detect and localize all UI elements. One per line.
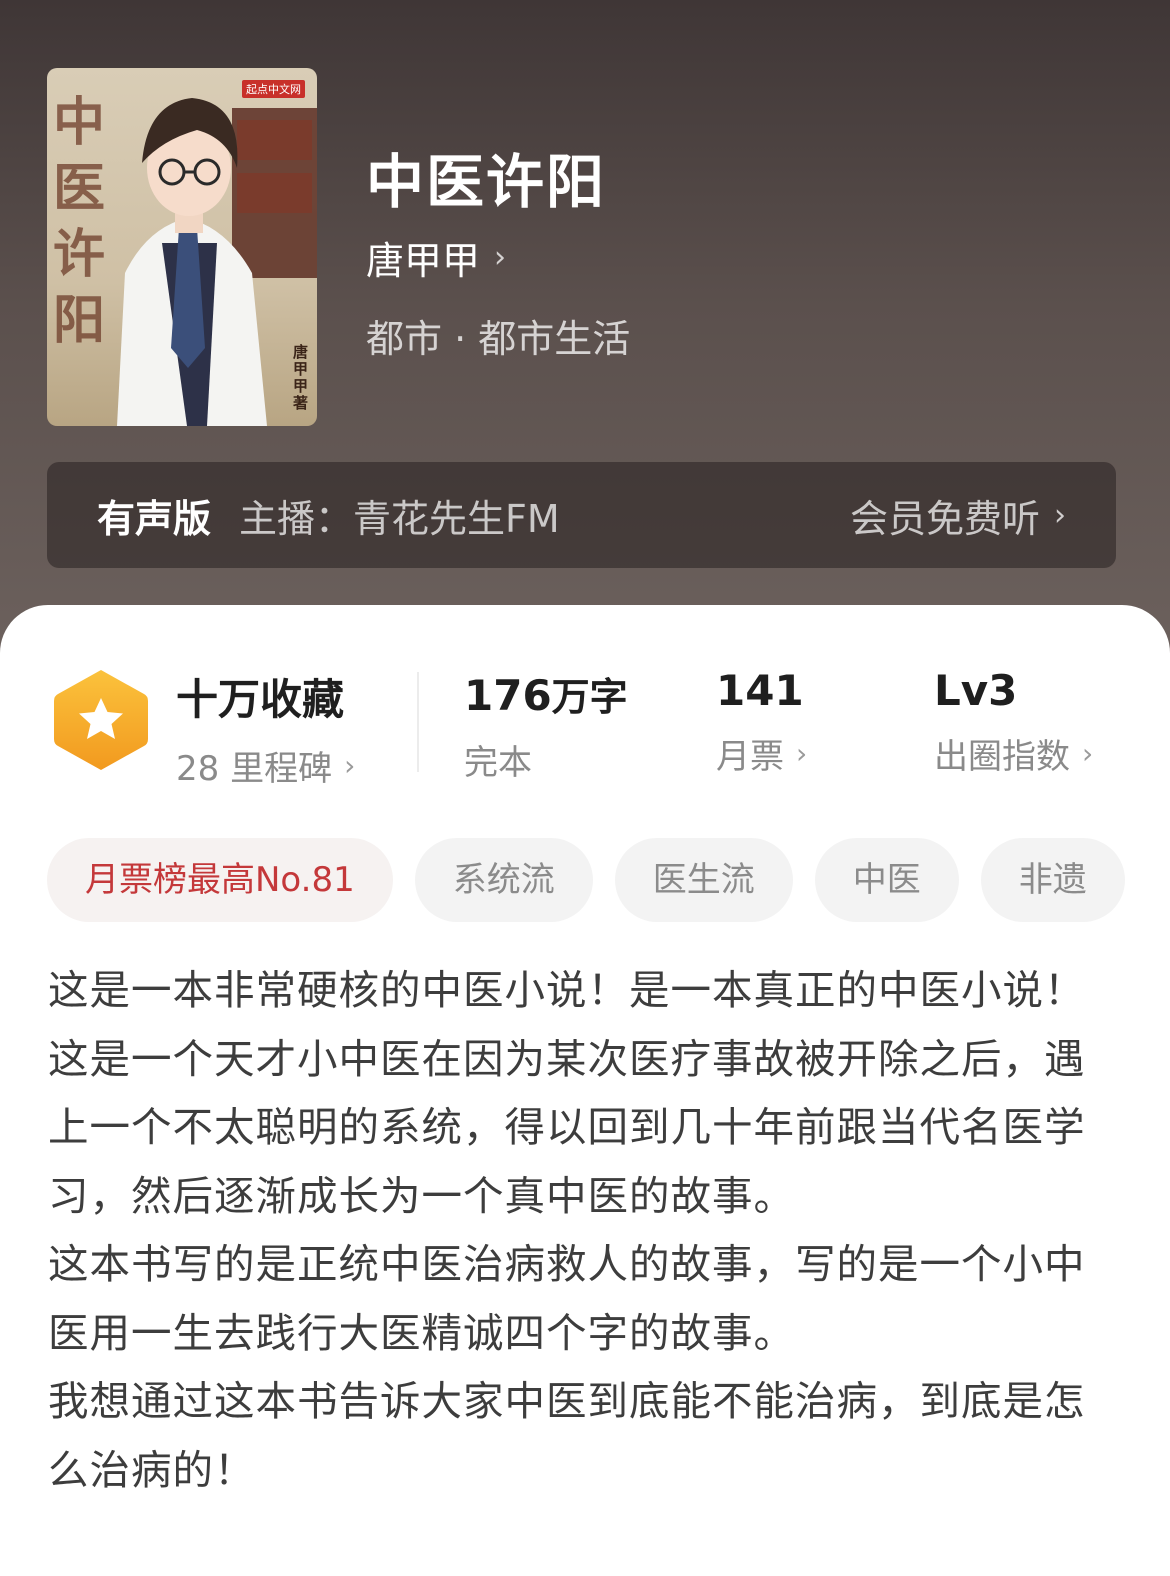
description-paragraph: 我想通过这本书告诉大家中医到底能不能治病，到底是怎么治病的！ (48, 1377, 1086, 1494)
member-free-listen-label: 会员免费听 (849, 496, 1040, 541)
chevron-right-icon: › (1054, 497, 1066, 533)
stat-monthly-tickets-label: 月票 (716, 737, 784, 777)
star-hexagon-icon[interactable] (52, 666, 150, 774)
stat-word-count-unit: 万字 (551, 675, 628, 719)
stat-word-count: 176万字 完本 (464, 666, 628, 784)
stat-word-count-number: 176 (464, 671, 552, 720)
stat-collection[interactable]: 十万收藏 28 里程碑 › (176, 666, 355, 790)
tag-item[interactable]: 系统流 (414, 838, 593, 922)
tag-item[interactable]: 中医 (814, 838, 959, 922)
stats-divider (417, 672, 419, 772)
chevron-right-icon: › (344, 749, 356, 782)
cover-title: 中医许阳 (53, 92, 106, 351)
author-link[interactable]: 唐甲甲 › (366, 230, 506, 285)
cover-publisher-logo: 起点中文网 (242, 80, 305, 98)
description-paragraph: 这是一个天才小中医在因为某次医疗事故被开除之后，遇上一个不太聪明的系统，得以回到… (48, 1034, 1086, 1220)
description-paragraph: 这是一本非常硬核的中医小说！是一本真正的中医小说！ (48, 966, 1086, 1014)
tag-list: 月票榜最高No.81 系统流 医生流 中医 非遗 (47, 838, 1170, 922)
member-free-listen-button[interactable]: 会员免费听 › (850, 488, 1066, 543)
stat-popularity-level-label: 出圈指数 (934, 737, 1070, 777)
book-title: 中医许阳 (366, 148, 607, 216)
tag-item[interactable]: 医生流 (614, 838, 793, 922)
tag-item[interactable]: 非遗 (980, 838, 1125, 922)
tag-ranking[interactable]: 月票榜最高No.81 (47, 838, 393, 922)
audio-version-bar[interactable]: 有声版 主播：青花先生FM 会员免费听 › (47, 462, 1116, 568)
audio-host: 主播：青花先生FM (239, 496, 560, 541)
stat-monthly-tickets[interactable]: 141 月票 › (716, 666, 807, 778)
book-description[interactable]: 这是一本非常硬核的中医小说！是一本真正的中医小说！ 这是一个天才小中医在因为某次… (48, 956, 1124, 1504)
description-paragraph: 这本书写的是正统中医治病救人的故事，写的是一个小中医用一生去践行大医精诚四个字的… (48, 1240, 1086, 1357)
chevron-right-icon: › (1082, 737, 1094, 770)
stat-milestone-label: 28 里程碑 (176, 749, 333, 789)
stat-monthly-tickets-value: 141 (716, 666, 804, 715)
stat-popularity-level-value: Lv3 (934, 666, 1018, 715)
author-name: 唐甲甲 (366, 239, 481, 283)
stat-popularity-level[interactable]: Lv3 出圈指数 › (934, 666, 1093, 778)
audio-version-label: 有声版 (97, 496, 212, 541)
book-cover[interactable]: 中医许阳 起点中文网 唐甲甲著 (47, 68, 317, 426)
book-detail-page: 中医许阳 起点中文网 唐甲甲著 中医许阳 唐甲甲 › 都市 · 都市生活 有声版… (0, 0, 1170, 1576)
book-genre[interactable]: 都市 · 都市生活 (366, 308, 630, 363)
chevron-right-icon: › (796, 737, 808, 770)
stat-status-label: 完本 (464, 743, 532, 783)
cover-author-credit: 唐甲甲著 (293, 343, 309, 412)
chevron-right-icon: › (494, 240, 507, 275)
stat-collection-value: 十万收藏 (176, 675, 345, 724)
